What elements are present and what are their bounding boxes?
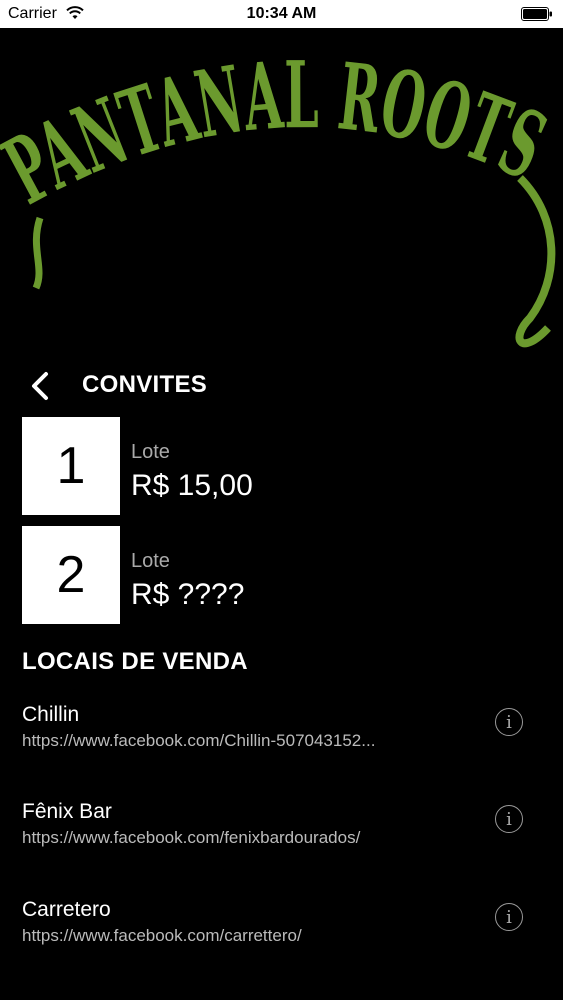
venue-name: Carretero — [22, 898, 111, 921]
svg-text:PANTANAL ROOTS: PANTANAL ROOTS — [0, 41, 561, 225]
chevron-left-icon — [32, 372, 48, 400]
venue-url[interactable]: https://www.facebook.com/carrettero/ — [22, 926, 457, 946]
venue-item[interactable]: Fênix Bar https://www.facebook.com/fenix… — [22, 800, 542, 860]
venue-url[interactable]: https://www.facebook.com/fenixbardourado… — [22, 828, 457, 848]
lot-label: Lote — [131, 441, 170, 463]
lot-number: 1 — [22, 417, 120, 515]
page-title: CONVITES — [82, 371, 208, 398]
venue-url[interactable]: https://www.facebook.com/Chillin-5070431… — [22, 731, 457, 751]
lot-item[interactable]: 1 Lote R$ 15,00 — [22, 417, 542, 515]
venue-name: Chillin — [22, 703, 80, 726]
lot-label: Lote — [131, 550, 170, 572]
venue-name: Fênix Bar — [22, 800, 112, 823]
battery-icon — [521, 7, 552, 21]
event-logo: PANTANAL ROOTS — [0, 41, 561, 348]
status-time: 10:34 AM — [246, 5, 317, 22]
lot-item[interactable]: 2 Lote R$ ???? — [22, 526, 542, 624]
back-button[interactable] — [26, 368, 56, 404]
info-icon[interactable]: i — [495, 708, 523, 736]
status-bar: Carrier 10:34 AM — [0, 0, 563, 28]
sales-locations-title: LOCAIS DE VENDA — [22, 648, 248, 675]
venue-item[interactable]: Carretero https://www.facebook.com/carre… — [22, 898, 542, 958]
info-icon[interactable]: i — [495, 805, 523, 833]
venue-item[interactable]: Chillin https://www.facebook.com/Chillin… — [22, 703, 542, 763]
lot-number: 2 — [22, 526, 120, 624]
logo-text: PANTANAL ROOTS — [0, 41, 561, 225]
lot-price: R$ ???? — [131, 578, 245, 611]
info-icon[interactable]: i — [495, 903, 523, 931]
lot-price: R$ 15,00 — [131, 469, 253, 502]
